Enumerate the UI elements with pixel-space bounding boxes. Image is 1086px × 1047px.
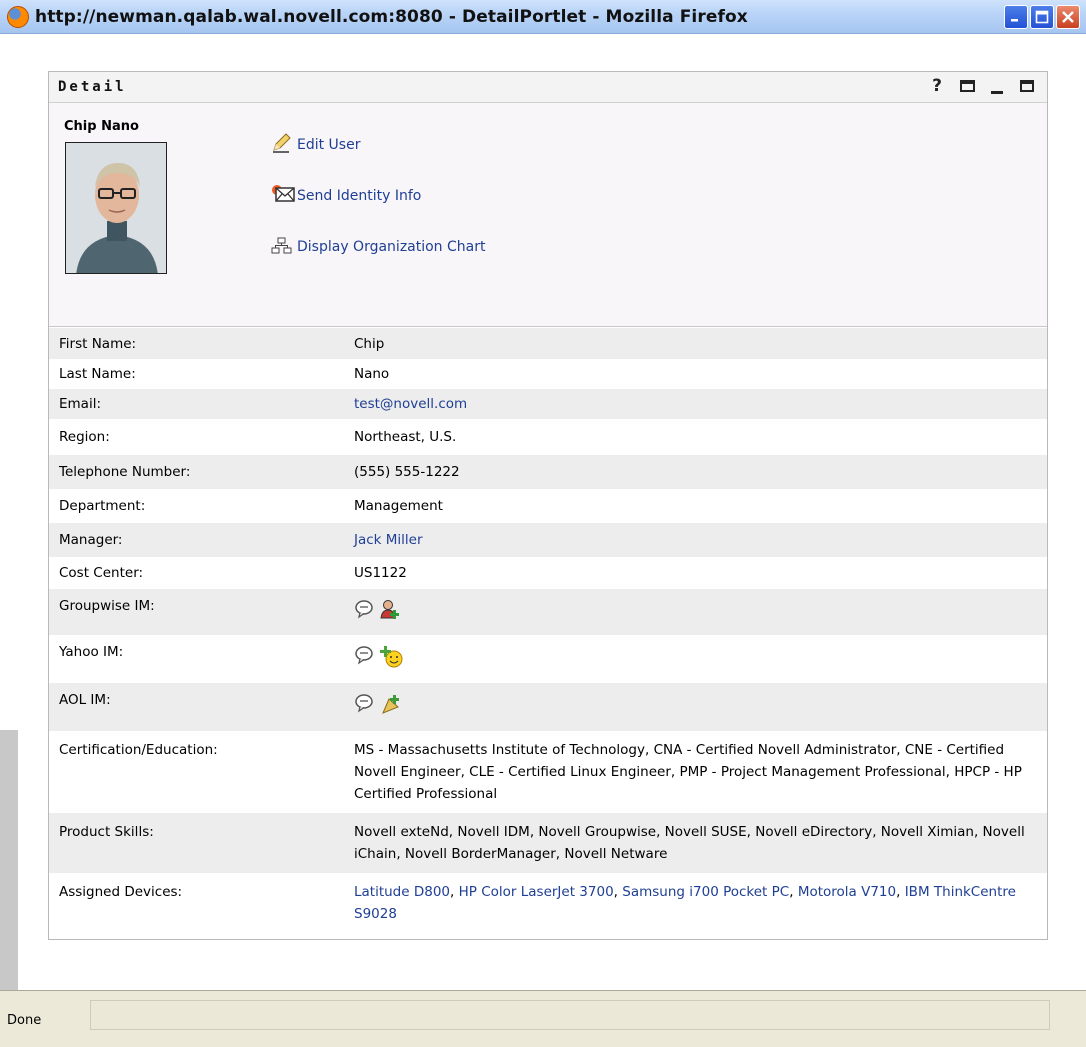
row-value: MS - Massachusetts Institute of Technolo… [354, 742, 1022, 802]
detail-row: First Name: Chip [49, 328, 1047, 359]
detail-row: Region: Northeast, U.S. [49, 419, 1047, 455]
row-label: Department: [59, 498, 146, 514]
window-title: http://newman.qalab.wal.novell.com:8080 … [35, 6, 748, 27]
portlet-title: Detail [58, 79, 127, 95]
detail-row: Manager: Jack Miller [49, 523, 1047, 557]
detail-row: Certification/Education: MS - Massachuse… [49, 731, 1047, 813]
display-org-chart-link[interactable]: Display Organization Chart [271, 225, 485, 255]
maximize-icon[interactable] [1030, 5, 1054, 29]
row-label: Product Skills: [59, 824, 154, 840]
add-smiley-icon[interactable] [380, 645, 404, 683]
row-label: Yahoo IM: [59, 644, 124, 660]
device-link[interactable]: Motorola V710 [798, 884, 896, 900]
groupwise-im-actions [354, 589, 1037, 635]
send-identity-info-label: Send Identity Info [297, 188, 422, 204]
firefox-icon [7, 5, 29, 28]
maximize-portlet-icon[interactable] [1019, 76, 1035, 96]
detail-row: Email: test@novell.com [49, 389, 1047, 419]
detail-row: Groupwise IM: [49, 589, 1047, 635]
detail-row: Product Skills: Novell exteNd, Novell ID… [49, 813, 1047, 873]
detail-row: Assigned Devices: Latitude D800, HP Colo… [49, 873, 1047, 931]
display-org-chart-label: Display Organization Chart [297, 239, 486, 255]
row-label: Manager: [59, 532, 123, 548]
aol-im-actions [354, 683, 1037, 731]
detail-row: Cost Center: US1122 [49, 557, 1047, 589]
pencil-icon [271, 131, 297, 153]
row-value: Management [354, 498, 443, 514]
envelope-icon [271, 182, 297, 204]
detail-row: AOL IM: [49, 683, 1047, 731]
portlet-header: Detail ? [49, 72, 1047, 103]
window-titlebar[interactable]: http://newman.qalab.wal.novell.com:8080 … [0, 0, 1086, 34]
chat-bubble-icon[interactable] [354, 645, 374, 683]
user-name: Chip Nano [64, 119, 139, 134]
row-label: AOL IM: [59, 692, 111, 708]
row-value: Chip [354, 335, 385, 352]
row-value: US1122 [354, 565, 407, 581]
detail-row: Yahoo IM: [49, 635, 1047, 683]
device-link[interactable]: Samsung i700 Pocket PC [622, 884, 789, 900]
minimize-portlet-icon[interactable] [989, 76, 1005, 96]
chat-bubble-icon[interactable] [354, 599, 374, 635]
status-pane [90, 1000, 1050, 1030]
row-value: Nano [354, 366, 390, 382]
row-value: Northeast, U.S. [354, 429, 457, 445]
send-identity-info-link[interactable]: Send Identity Info [271, 174, 485, 204]
profile-section: Chip Nano Edit User Send Identity Info D… [49, 103, 1047, 327]
yahoo-im-actions [354, 635, 1037, 683]
minimize-icon[interactable] [1004, 5, 1028, 29]
detail-table: First Name: Chip Last Name: Nano Email: … [49, 328, 1047, 931]
close-icon[interactable] [1056, 5, 1080, 29]
row-label: Assigned Devices: [59, 884, 183, 900]
left-scroll-area [0, 730, 18, 990]
row-label: Groupwise IM: [59, 598, 155, 614]
row-label: Certification/Education: [59, 742, 218, 758]
row-label: Telephone Number: [59, 464, 191, 480]
status-text: Done [7, 1013, 42, 1028]
window-controls [1004, 5, 1080, 29]
edit-user-label: Edit User [297, 137, 361, 153]
org-chart-icon [271, 233, 297, 255]
device-link[interactable]: HP Color LaserJet 3700 [459, 884, 614, 900]
row-value: (555) 555-1222 [354, 464, 460, 480]
browser-window: http://newman.qalab.wal.novell.com:8080 … [0, 0, 1086, 1047]
assigned-devices: Latitude D800, HP Color LaserJet 3700, S… [354, 884, 1016, 922]
add-buddy-icon[interactable] [380, 693, 402, 731]
email-link[interactable]: test@novell.com [354, 393, 1037, 415]
edit-user-link[interactable]: Edit User [271, 123, 485, 153]
row-label: Region: [59, 429, 110, 445]
device-link[interactable]: Latitude D800 [354, 884, 450, 900]
chat-bubble-icon[interactable] [354, 693, 374, 731]
portlet-controls: ? [929, 76, 1035, 96]
detail-row: Telephone Number: (555) 555-1222 [49, 455, 1047, 489]
help-icon[interactable]: ? [929, 76, 945, 96]
row-value: Novell exteNd, Novell IDM, Novell Groupw… [354, 824, 1025, 862]
status-bar: Done [0, 990, 1086, 1047]
user-photo [65, 142, 167, 274]
row-label: Email: [59, 396, 102, 412]
detail-row: Last Name: Nano [49, 359, 1047, 389]
page-content: Detail ? Chip Nano Edit User Send Identi… [18, 34, 1086, 990]
row-label: First Name: [59, 335, 137, 352]
profile-actions: Edit User Send Identity Info Display Org… [271, 123, 485, 276]
detail-portlet: Detail ? Chip Nano Edit User Send Identi… [48, 71, 1048, 940]
detail-row: Department: Management [49, 489, 1047, 523]
manager-link[interactable]: Jack Miller [354, 529, 1037, 551]
add-contact-icon[interactable] [380, 599, 402, 635]
row-label: Last Name: [59, 366, 136, 382]
print-icon[interactable] [959, 76, 975, 96]
row-label: Cost Center: [59, 565, 144, 581]
